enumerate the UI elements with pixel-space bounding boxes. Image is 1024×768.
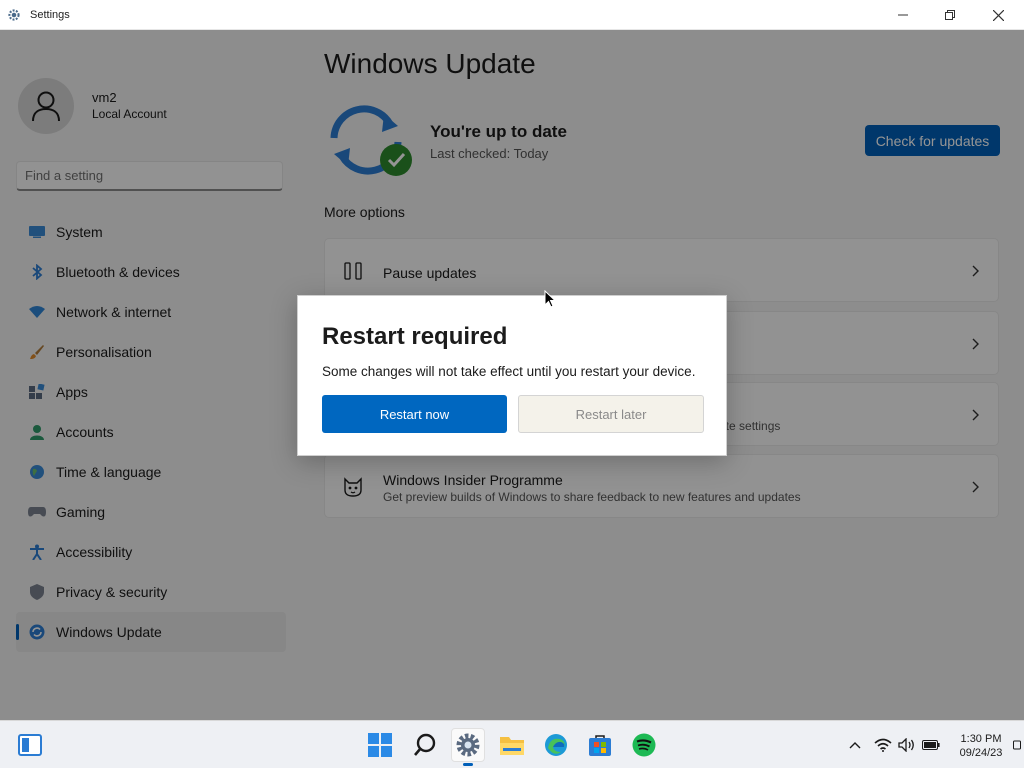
taskbar-file-explorer-button[interactable] <box>498 731 526 759</box>
active-app-indicator <box>463 763 473 766</box>
taskbar-search-button[interactable] <box>411 731 439 759</box>
minimize-icon <box>898 14 908 16</box>
mouse-cursor-icon <box>544 290 556 308</box>
notification-icon <box>1013 740 1021 750</box>
restore-button[interactable] <box>927 0 973 30</box>
settings-icon <box>456 733 480 757</box>
restore-icon <box>945 10 955 20</box>
search-icon <box>414 733 436 756</box>
volume-status[interactable] <box>898 737 916 753</box>
start-icon <box>368 733 392 757</box>
title-bar: Settings <box>0 0 1024 30</box>
wifi-status[interactable] <box>874 737 892 753</box>
spotify-icon <box>632 733 656 757</box>
clock-time[interactable]: 1:30 PM <box>958 733 1004 745</box>
store-icon <box>589 735 611 756</box>
show-hidden-icons-button[interactable] <box>846 737 864 753</box>
restart-later-button[interactable]: Restart later <box>518 395 704 433</box>
file-explorer-icon <box>500 737 524 755</box>
volume-icon <box>898 738 914 752</box>
close-icon <box>992 9 1004 21</box>
taskbar: 1:30 PM 09/24/23 <box>0 720 1024 768</box>
restart-now-button[interactable]: Restart now <box>322 395 507 433</box>
dialog-message: Some changes will not take effect until … <box>322 364 696 379</box>
battery-status[interactable] <box>922 737 940 753</box>
taskbar-store-button[interactable] <box>586 731 614 759</box>
wifi-icon <box>874 738 892 752</box>
battery-icon <box>922 740 940 750</box>
dialog-title: Restart required <box>322 323 508 350</box>
taskbar-spotify-button[interactable] <box>630 731 658 759</box>
minimize-button[interactable] <box>880 0 926 30</box>
notification-button[interactable] <box>1012 737 1022 753</box>
clock-date[interactable]: 09/24/23 <box>958 747 1004 759</box>
window-title: Settings <box>30 8 70 21</box>
taskbar-settings-button[interactable] <box>451 728 485 762</box>
settings-app-icon <box>8 8 20 21</box>
chevron-up-icon <box>849 742 861 749</box>
widgets-button[interactable] <box>16 731 44 759</box>
restart-required-dialog: Restart required Some changes will not t… <box>297 295 727 456</box>
start-button[interactable] <box>366 731 394 759</box>
taskbar-edge-button[interactable] <box>542 731 570 759</box>
widgets-icon <box>18 734 42 756</box>
edge-icon <box>545 734 567 756</box>
close-button[interactable] <box>975 0 1021 30</box>
